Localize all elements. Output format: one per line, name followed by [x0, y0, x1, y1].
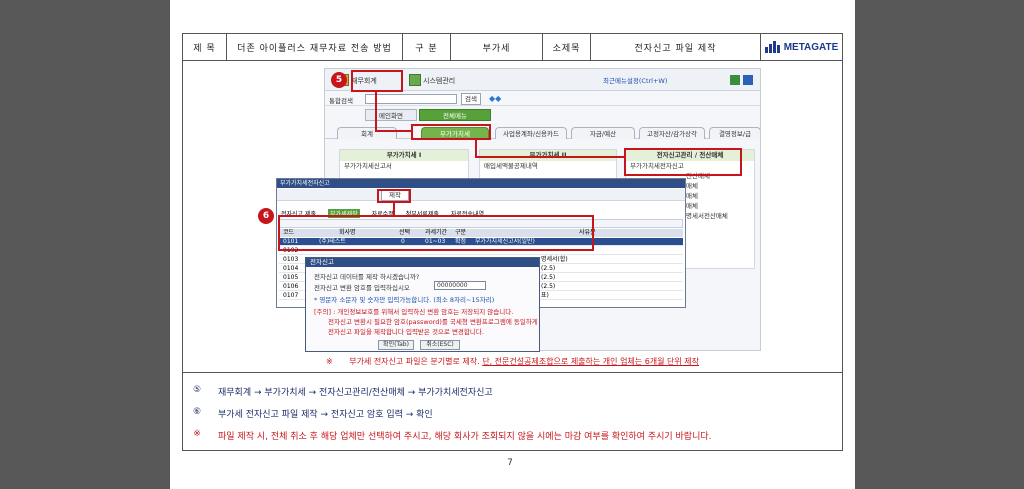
note-text: 부가세 전자신고 파일은 분기별로 제작.	[349, 357, 483, 366]
step-marker: ⑥	[192, 407, 202, 417]
password-hint: * 영문자 소문자 및 숫자만 입력가능합니다. (최소 8자리~15자리)	[314, 296, 495, 304]
arrow-connector	[393, 203, 395, 215]
cell: 0103	[283, 256, 299, 263]
tab-main[interactable]: 메인화면	[365, 109, 417, 121]
highlight-make-button	[377, 189, 411, 203]
step-6: ⑥ 부가세 전자신고 파일 제작 → 전자신고 암호 입력 → 확인	[190, 407, 433, 420]
favorites-setting[interactable]: 최근메뉴설정(Ctrl+W)	[603, 75, 667, 85]
msgbox-question: 전자신고 데이터를 제작 하시겠습니까?	[314, 273, 420, 281]
nav-arrows-icon[interactable]: ◆◆	[489, 94, 501, 103]
arrow-connector	[375, 92, 377, 130]
msgbox-title: 전자신고	[306, 258, 539, 267]
category-label: 구 분	[402, 33, 451, 61]
menu-item[interactable]: 매입세액불공제내역	[480, 161, 616, 171]
cell: 0107	[283, 292, 299, 299]
arrow-connector	[375, 130, 411, 132]
metagate-logo: METAGATE	[761, 41, 842, 53]
cancel-button[interactable]: 취소(ESC)	[420, 340, 460, 350]
subtitle-value: 전자신고 파일 제작	[590, 33, 761, 61]
cell: (2.5)	[541, 265, 556, 272]
cell: (2.5)	[541, 274, 556, 281]
subtab-card[interactable]: 사업용계좌/신용카드	[495, 127, 567, 139]
cell: 표)	[541, 292, 549, 299]
cell: 명세서(합)	[541, 256, 568, 263]
arrow-connector	[475, 140, 477, 156]
category-value: 부가세	[450, 33, 543, 61]
warning-line: 전자신고 변환시 필요한 암호(password)를 국세청 변환프로그램에 동…	[328, 318, 538, 326]
subtab-mgmt[interactable]: 결영정보/급	[709, 127, 760, 139]
note-mark: ※	[325, 357, 333, 366]
step-text: 재무회계 → 부가가치세 → 전자신고관리/전산매체 → 부가가치세전자신고	[218, 388, 493, 398]
highlight-efile-menu	[624, 148, 742, 176]
title-value: 더존 아이플러스 재무자료 전송 방법	[226, 33, 403, 61]
logo-cell: METAGATE	[760, 33, 843, 61]
step5-badge: 5	[331, 72, 347, 88]
logo-bars-icon	[764, 41, 780, 53]
page-number: 7	[507, 458, 513, 468]
note-line: ※ 부가세 전자신고 파일은 분기별로 제작. 단, 전문건설공제조합으로 제출…	[182, 356, 843, 370]
header-table: 제 목 더존 아이플러스 재무자료 전송 방법 구 분 부가세 소제목 전자신고…	[182, 33, 843, 61]
step-marker: ※	[193, 429, 201, 439]
main-tabs: 메인화면 전체메뉴	[325, 109, 760, 121]
step-text: 부가세 전자신고 파일 제작 → 전자신고 암호 입력 → 확인	[218, 410, 433, 420]
tab-all-menu[interactable]: 전체메뉴	[419, 109, 491, 121]
logo-text: METAGATE	[783, 41, 839, 53]
search-row: 통합검색 검색 ◆◆	[325, 92, 760, 106]
password-input[interactable]: 00000000	[434, 281, 486, 290]
steps-section: ⑤ 재무회계 → 부가가치세 → 전자신고관리/전산매체 → 부가가치세전자신고…	[182, 372, 843, 451]
menu-item[interactable]: 부가가치세신고서	[340, 161, 468, 171]
cell: 0105	[283, 274, 299, 281]
highlight-vat-tab	[411, 124, 491, 140]
efile-password-dialog: 전자신고 전자신고 데이터를 제작 하시겠습니까? 전자신고 변환 암호를 입력…	[305, 257, 540, 352]
warning-line: 전자신고 파일을 제작합니다 입력받은 것으로 변경합니다.	[328, 328, 484, 336]
warning-line: [주의] : 개인정보보호를 위해서 입력하신 변환 암호는 저장되지 않습니다…	[314, 308, 514, 316]
password-prompt: 전자신고 변환 암호를 입력하십시오	[314, 284, 410, 292]
subtab-accounting[interactable]: 회계	[337, 127, 397, 139]
note-text-underlined: 단, 전문건설공제조합으로 제출하는 개인 업체는 6개월 단위 제작	[482, 357, 700, 366]
subtitle-label: 소제목	[542, 33, 591, 61]
title-label: 제 목	[182, 33, 227, 61]
ok-button[interactable]: 확인(Tab)	[378, 340, 414, 350]
subtab-assets[interactable]: 고정자산/감가상각	[639, 127, 705, 139]
search-label: 통합검색	[329, 97, 353, 105]
step-marker: ⑤	[192, 385, 202, 395]
subtab-fund[interactable]: 자금/예산	[571, 127, 635, 139]
step-note: ※ 파일 제작 시, 전체 취소 후 해당 업체만 선택하여 주시고, 해당 회…	[190, 429, 712, 442]
step6-badge: 6	[258, 208, 274, 224]
step-text: 파일 제작 시, 전체 취소 후 해당 업체만 선택하여 주시고, 해당 회사가…	[218, 432, 712, 442]
cell: 0104	[283, 265, 299, 272]
cell: (2.5)	[541, 283, 556, 290]
dialog-title: 부가가치세전자신고	[277, 179, 685, 188]
column-title: 부가가치세 I	[340, 150, 468, 161]
menu-system[interactable]: 시스템관리	[423, 76, 455, 86]
cell: 0106	[283, 283, 299, 290]
excel-icon[interactable]	[730, 75, 740, 85]
search-input[interactable]	[365, 94, 457, 104]
highlight-finance-menu	[351, 70, 403, 92]
system-icon	[409, 74, 421, 86]
word-icon[interactable]	[743, 75, 753, 85]
arrow-connector	[475, 156, 625, 158]
step-5: ⑤ 재무회계 → 부가가치세 → 전자신고관리/전산매체 → 부가가치세전자신고	[190, 385, 493, 398]
sub-tabs: 회계 부가가치세 사업용계좌/신용카드 자금/예산 고정자산/감가상각 결영정보…	[325, 127, 760, 139]
highlight-grid	[278, 215, 594, 251]
search-button[interactable]: 검색	[461, 93, 481, 105]
dialog-toolbar: 제작	[277, 189, 685, 201]
